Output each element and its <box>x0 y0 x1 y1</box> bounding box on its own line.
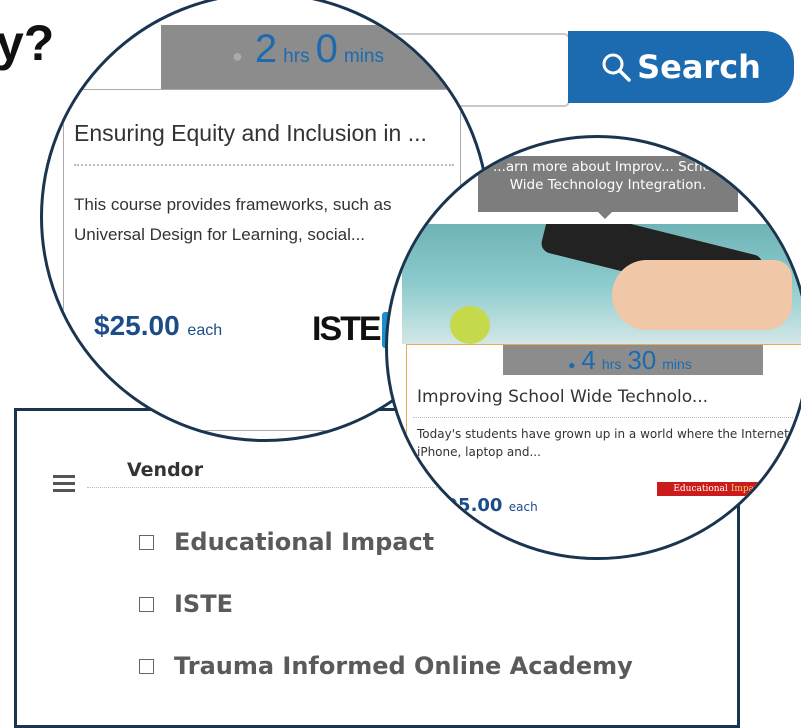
vendor-option-trauma-informed[interactable]: Trauma Informed Online Academy <box>139 635 633 697</box>
page-heading-fragment: y? <box>0 15 55 71</box>
divider <box>413 417 793 418</box>
course-price: $25.00 each <box>94 310 222 342</box>
duration-hours-unit: hrs <box>283 46 310 67</box>
divider <box>74 164 454 166</box>
search-button-label: Search <box>637 48 761 86</box>
course-image[interactable] <box>402 224 801 344</box>
price-value: $25.00 <box>94 310 180 341</box>
educational-impact-logo: Educational Impact <box>657 482 779 496</box>
price-value: $95.00 <box>433 495 503 516</box>
checkbox[interactable] <box>139 534 154 550</box>
duration-mins-unit: mins <box>662 356 692 372</box>
logo-text: ISTE <box>312 310 382 348</box>
vendor-label: Educational Impact <box>174 528 435 556</box>
course-duration-badge: ● 4 hrs 30 mins <box>503 345 763 375</box>
course-tooltip: ...arn more about Improv... School Wide … <box>478 156 738 219</box>
checkbox[interactable] <box>139 596 154 612</box>
course-title[interactable]: Improving School Wide Technolo... <box>417 387 708 407</box>
vendor-label: Trauma Informed Online Academy <box>174 652 633 680</box>
price-unit: each <box>187 322 223 339</box>
logo-text: Educational <box>673 484 728 494</box>
course-title[interactable]: Ensuring Equity and Inclusion in ... <box>74 120 427 147</box>
checkbox[interactable] <box>139 658 154 674</box>
person-icon: ● <box>568 358 576 372</box>
hamburger-menu-icon[interactable] <box>53 475 75 496</box>
duration-hours: 2 <box>254 27 278 71</box>
search-button[interactable]: Search <box>568 31 794 103</box>
course-description: Today's students have grown up in a worl… <box>417 427 793 459</box>
search-icon <box>602 53 631 82</box>
course-description: This course provides frameworks, such as… <box>74 195 392 244</box>
vendor-filter-title: Vendor <box>127 459 204 481</box>
duration-hours: 4 <box>581 345 596 375</box>
course-price: $95.00 each <box>433 495 538 516</box>
logo-accent: Impact <box>730 484 763 494</box>
duration-mins: 30 <box>627 345 657 375</box>
course-card-zoom-2: ...arn more about Improv... School Wide … <box>385 135 801 560</box>
vendor-label: ISTE <box>174 590 233 618</box>
course-duration-badge: ● 2 hrs 0 mins <box>161 25 461 89</box>
duration-mins-unit: mins <box>343 46 384 67</box>
price-unit: each <box>508 500 538 514</box>
duration-hours-unit: hrs <box>601 356 622 372</box>
vendor-option-iste[interactable]: ISTE <box>139 573 633 635</box>
apple-shape <box>450 306 490 344</box>
hand-shape <box>612 260 792 330</box>
course-card[interactable]: ● 4 hrs 30 mins Improving School Wide Te… <box>406 344 801 557</box>
person-icon: ● <box>232 46 243 66</box>
duration-mins: 0 <box>315 27 338 71</box>
